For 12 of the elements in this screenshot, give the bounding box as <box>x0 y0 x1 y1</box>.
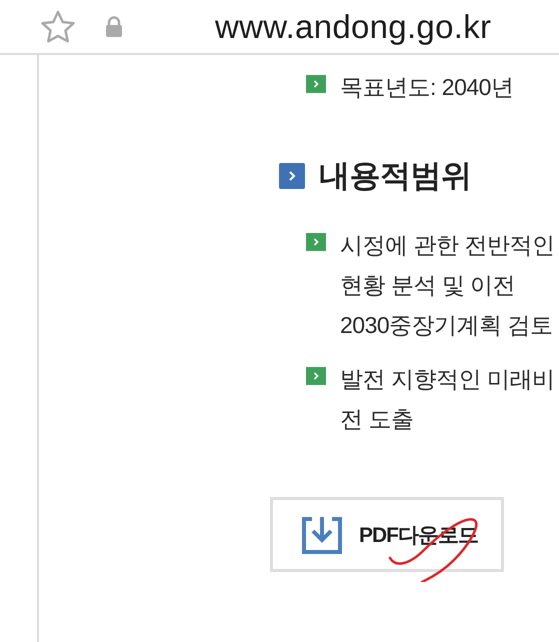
lock-icon <box>105 16 123 38</box>
bullet-icon <box>306 75 326 93</box>
download-icon <box>301 514 343 554</box>
bullet-icon <box>306 367 326 385</box>
heading-icon <box>279 163 305 189</box>
bullet-icon <box>306 233 326 251</box>
url-text[interactable]: www.andong.go.kr <box>215 8 492 46</box>
star-icon[interactable] <box>40 10 76 44</box>
list-item-text: 목표년도: 2040년 <box>340 73 514 102</box>
section-heading: 내용적범위 <box>319 157 472 195</box>
list-item-text: 시정에 관한 전반적인 현황 분석 및 이전 2030중장기계획 검토 <box>340 231 554 340</box>
list-item-text: 발전 지향적인 미래비 전 도출 <box>340 365 554 434</box>
